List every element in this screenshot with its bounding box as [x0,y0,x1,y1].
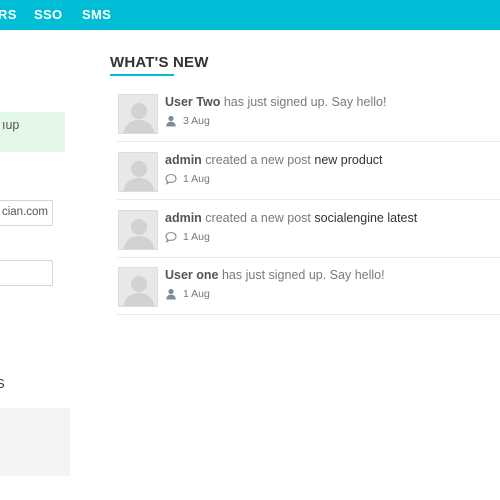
feed-item-text: admin created a new post new product [165,153,383,167]
section-title-underline [110,74,174,76]
email-field-value: cian.com [1,206,48,218]
comment-icon [165,231,177,243]
feed-item: admin created a new post new product 1 A… [117,152,500,200]
feed-date: 1 Aug [183,288,210,300]
default-avatar-icon [119,153,157,191]
feed-item: User Two has just signed up. Say hello! … [117,94,500,142]
left-sidebar: ıup cian.com S [0,30,80,500]
feed-action-text: created a new post [201,211,315,225]
feed-item-text: User Two has just signed up. Say hello! [165,95,386,109]
nav-item-rs[interactable]: RS [0,7,17,22]
feed-actor-link[interactable]: admin [165,211,202,225]
default-avatar-icon [119,95,157,133]
feed-item-meta: 1 Aug [165,173,210,185]
email-field[interactable]: cian.com [0,200,53,226]
feed-item-meta: 1 Aug [165,288,210,300]
feed-item-meta: 1 Aug [165,231,210,243]
sidebar-panel [0,408,70,476]
feed-actor-link[interactable]: User Two [165,95,220,109]
feed-action-text: created a new post [201,153,315,167]
feed-item: User one has just signed up. Say hello! … [117,267,500,315]
default-avatar-icon [119,211,157,249]
nav-item-sso[interactable]: SSO [34,7,62,22]
feed-item-text: admin created a new post socialengine la… [165,211,417,225]
top-nav-bar: RS SSO SMS [0,0,500,30]
feed-item-text: User one has just signed up. Say hello! [165,268,385,282]
nav-item-sms[interactable]: SMS [82,7,111,22]
section-title: WHAT'S NEW [110,54,209,71]
avatar[interactable] [118,152,158,192]
avatar[interactable] [118,267,158,307]
feed-date: 1 Aug [183,231,210,243]
feed-target-link[interactable]: new product [314,153,382,167]
feed-date: 3 Aug [183,115,210,127]
feed-action-text: has just signed up. Say hello! [220,95,387,109]
sidebar-heading: S [0,376,5,391]
success-notice: ıup [0,112,65,152]
comment-icon [165,173,177,185]
feed-date: 1 Aug [183,173,210,185]
feed-item-meta: 3 Aug [165,115,210,127]
default-avatar-icon [119,268,157,306]
success-notice-text: ıup [2,118,20,132]
feed-actor-link[interactable]: admin [165,153,202,167]
feed-actor-link[interactable]: User one [165,268,219,282]
user-icon [165,115,177,127]
avatar[interactable] [118,210,158,250]
feed-action-text: has just signed up. Say hello! [218,268,385,282]
feed-item: admin created a new post socialengine la… [117,210,500,258]
avatar[interactable] [118,94,158,134]
text-field[interactable] [0,260,53,286]
user-icon [165,288,177,300]
feed-target-link[interactable]: socialengine latest [314,211,417,225]
